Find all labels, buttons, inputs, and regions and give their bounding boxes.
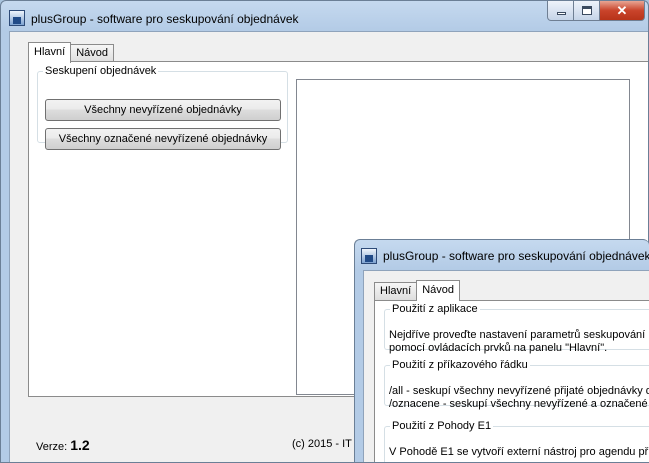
section-legend: Použití z Pohody E1 [392, 420, 492, 432]
section-line: Nejdříve proveďte nastavení parametrů se… [389, 329, 646, 341]
minimize-button[interactable] [547, 1, 574, 21]
section-description: V Pohodě E1 se vytvoří externí nástroj p… [389, 446, 648, 459]
tab-hlavni[interactable]: Hlavní [28, 42, 72, 63]
section-pouziti-z-aplikace: Použití z aplikace Nejdříve proveďte nas… [384, 303, 649, 354]
overlay-title-bar[interactable]: plusGroup - software pro seskupování obj… [355, 240, 649, 270]
section-line: V Pohodě E1 se vytvoří externí nástroj p… [389, 446, 649, 458]
tab-navod[interactable]: Návod [70, 44, 114, 62]
version-number: 1.2 [70, 437, 90, 453]
section-legend: Použití z příkazového řádku [392, 359, 528, 371]
section-legend: Použití z aplikace [392, 303, 478, 315]
close-icon: ✕ [616, 3, 628, 18]
overlay-tab-navod[interactable]: Návod [416, 280, 460, 301]
main-title-bar[interactable]: plusGroup - software pro seskupování obj… [1, 1, 648, 31]
overlay-window: plusGroup - software pro seskupování obj… [354, 239, 649, 463]
window-title: plusGroup - software pro seskupování obj… [31, 12, 299, 26]
group-legend: Seskupení objednávek [45, 65, 157, 77]
version-label: Verze: [36, 441, 68, 453]
maximize-icon [582, 6, 592, 15]
section-line: /oznacene - seskupí všechny nevyřízené a… [389, 398, 648, 410]
all-unprocessed-orders-button[interactable]: Všechny nevyřízené objednávky [45, 99, 281, 121]
marked-unprocessed-orders-button[interactable]: Všechny označené nevyřízené objednávky [45, 128, 281, 150]
copyright-text: (c) 2015 - IT [292, 438, 352, 450]
section-description: Nejdříve proveďte nastavení parametrů se… [389, 329, 645, 355]
version-status: Verze: 1.2 [36, 437, 90, 453]
overlay-tab-strip: Hlavní Návod [374, 280, 460, 301]
section-pouziti-z-prikazoveho-radku: Použití z příkazového řádku /all - sesku… [384, 359, 649, 410]
close-button[interactable]: ✕ [600, 1, 645, 21]
section-pouziti-z-pohody-e1: Použití z Pohody E1 V Pohodě E1 se vytvo… [384, 420, 649, 462]
maximize-button[interactable] [574, 1, 600, 21]
minimize-icon [557, 12, 566, 15]
section-line: /all - seskupí všechny nevyřízené přijat… [389, 385, 649, 397]
overlay-app-icon [361, 248, 377, 264]
overlay-tab-page: Použití z aplikace Nejdříve proveďte nas… [374, 300, 649, 462]
overlay-client-area: Hlavní Návod Použití z aplikace Nejdříve… [363, 270, 649, 462]
section-description: /all - seskupí všechny nevyřízené přijat… [389, 385, 649, 411]
overlay-tab-hlavni[interactable]: Hlavní [374, 282, 418, 300]
section-line: pomocí ovládacích prvků na panelu "Hlavn… [389, 342, 608, 354]
app-icon [9, 10, 25, 26]
main-tab-strip: Hlavní Návod [28, 42, 114, 63]
overlay-window-title: plusGroup - software pro seskupování obj… [383, 249, 649, 263]
